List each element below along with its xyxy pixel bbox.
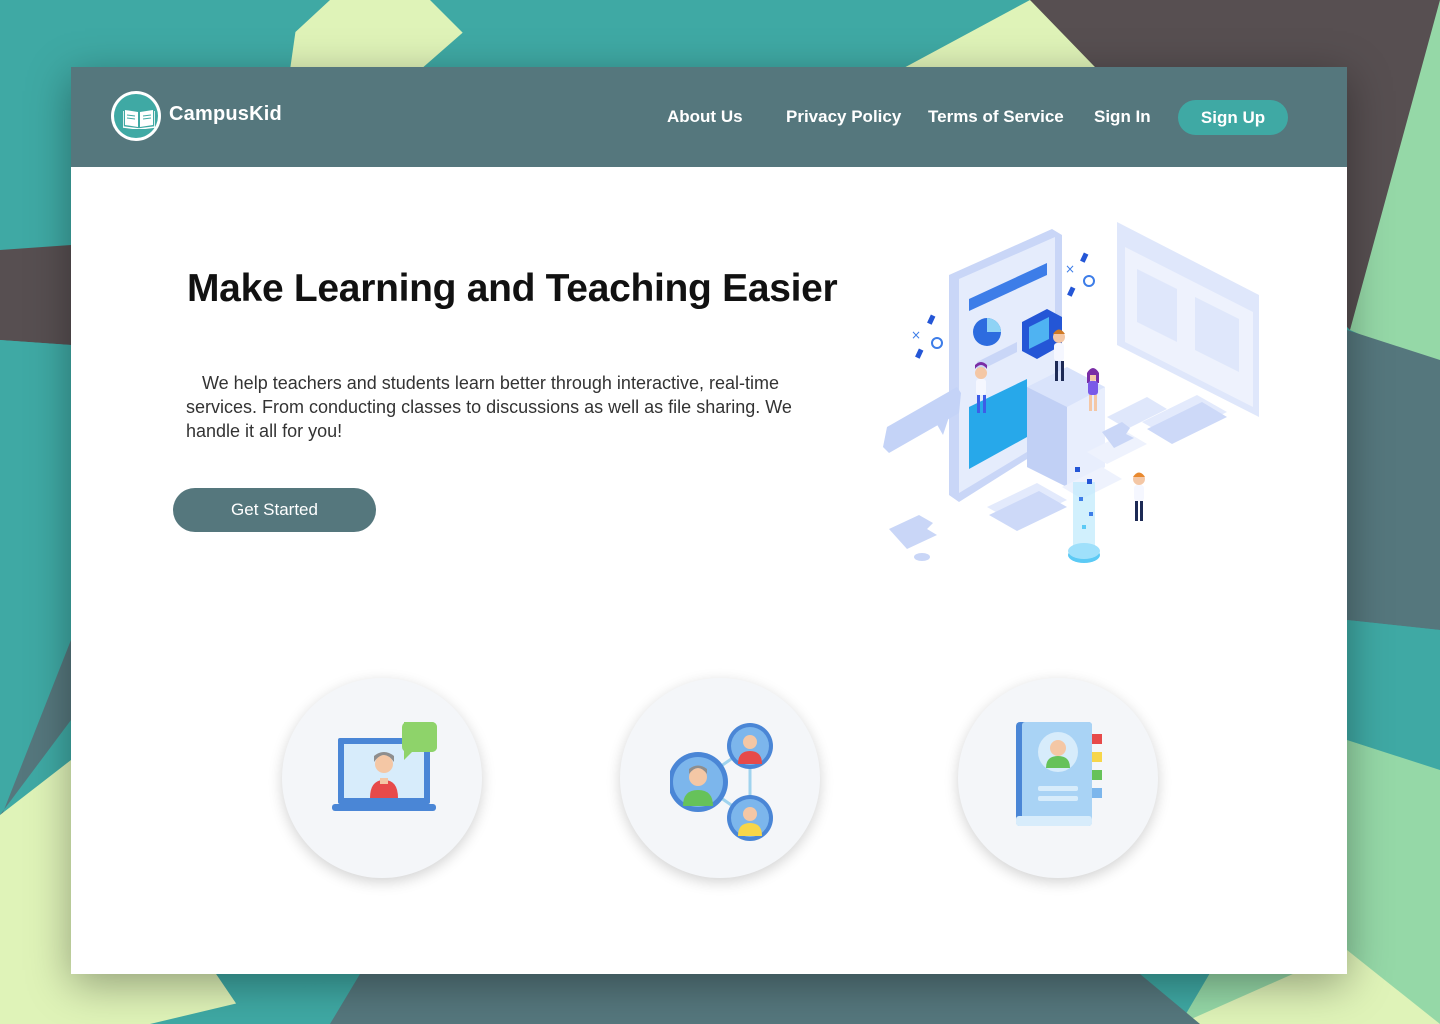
nav-privacy-policy[interactable]: Privacy Policy bbox=[786, 107, 901, 127]
brand-logo[interactable] bbox=[111, 91, 161, 141]
svg-text:×: × bbox=[1065, 262, 1075, 276]
sign-up-button[interactable]: Sign Up bbox=[1178, 100, 1288, 135]
brand-name[interactable]: CampusKid bbox=[169, 103, 282, 126]
nav-terms-of-service[interactable]: Terms of Service bbox=[928, 107, 1064, 127]
isometric-phone-classroom-illustration: × × bbox=[883, 222, 1259, 563]
open-book-icon bbox=[114, 94, 158, 138]
address-book-icon bbox=[1016, 722, 1102, 826]
user-network-icon bbox=[670, 723, 773, 841]
feature-address-book[interactable] bbox=[958, 678, 1158, 878]
video-lesson-icon bbox=[332, 722, 437, 811]
page-title: Make Learning and Teaching Easier bbox=[187, 267, 838, 310]
nav-about-us[interactable]: About Us bbox=[667, 107, 743, 127]
landing-page-window: CampusKid About Us Privacy Policy Terms … bbox=[71, 67, 1347, 974]
get-started-button[interactable]: Get Started bbox=[173, 488, 376, 532]
nav-sign-in[interactable]: Sign In bbox=[1094, 107, 1151, 127]
feature-video-lessons[interactable] bbox=[282, 678, 482, 878]
top-navigation-bar: CampusKid About Us Privacy Policy Terms … bbox=[71, 67, 1347, 167]
hero-description: We help teachers and students learn bett… bbox=[186, 373, 792, 441]
svg-text:×: × bbox=[911, 328, 921, 342]
feature-user-network[interactable] bbox=[620, 678, 820, 878]
